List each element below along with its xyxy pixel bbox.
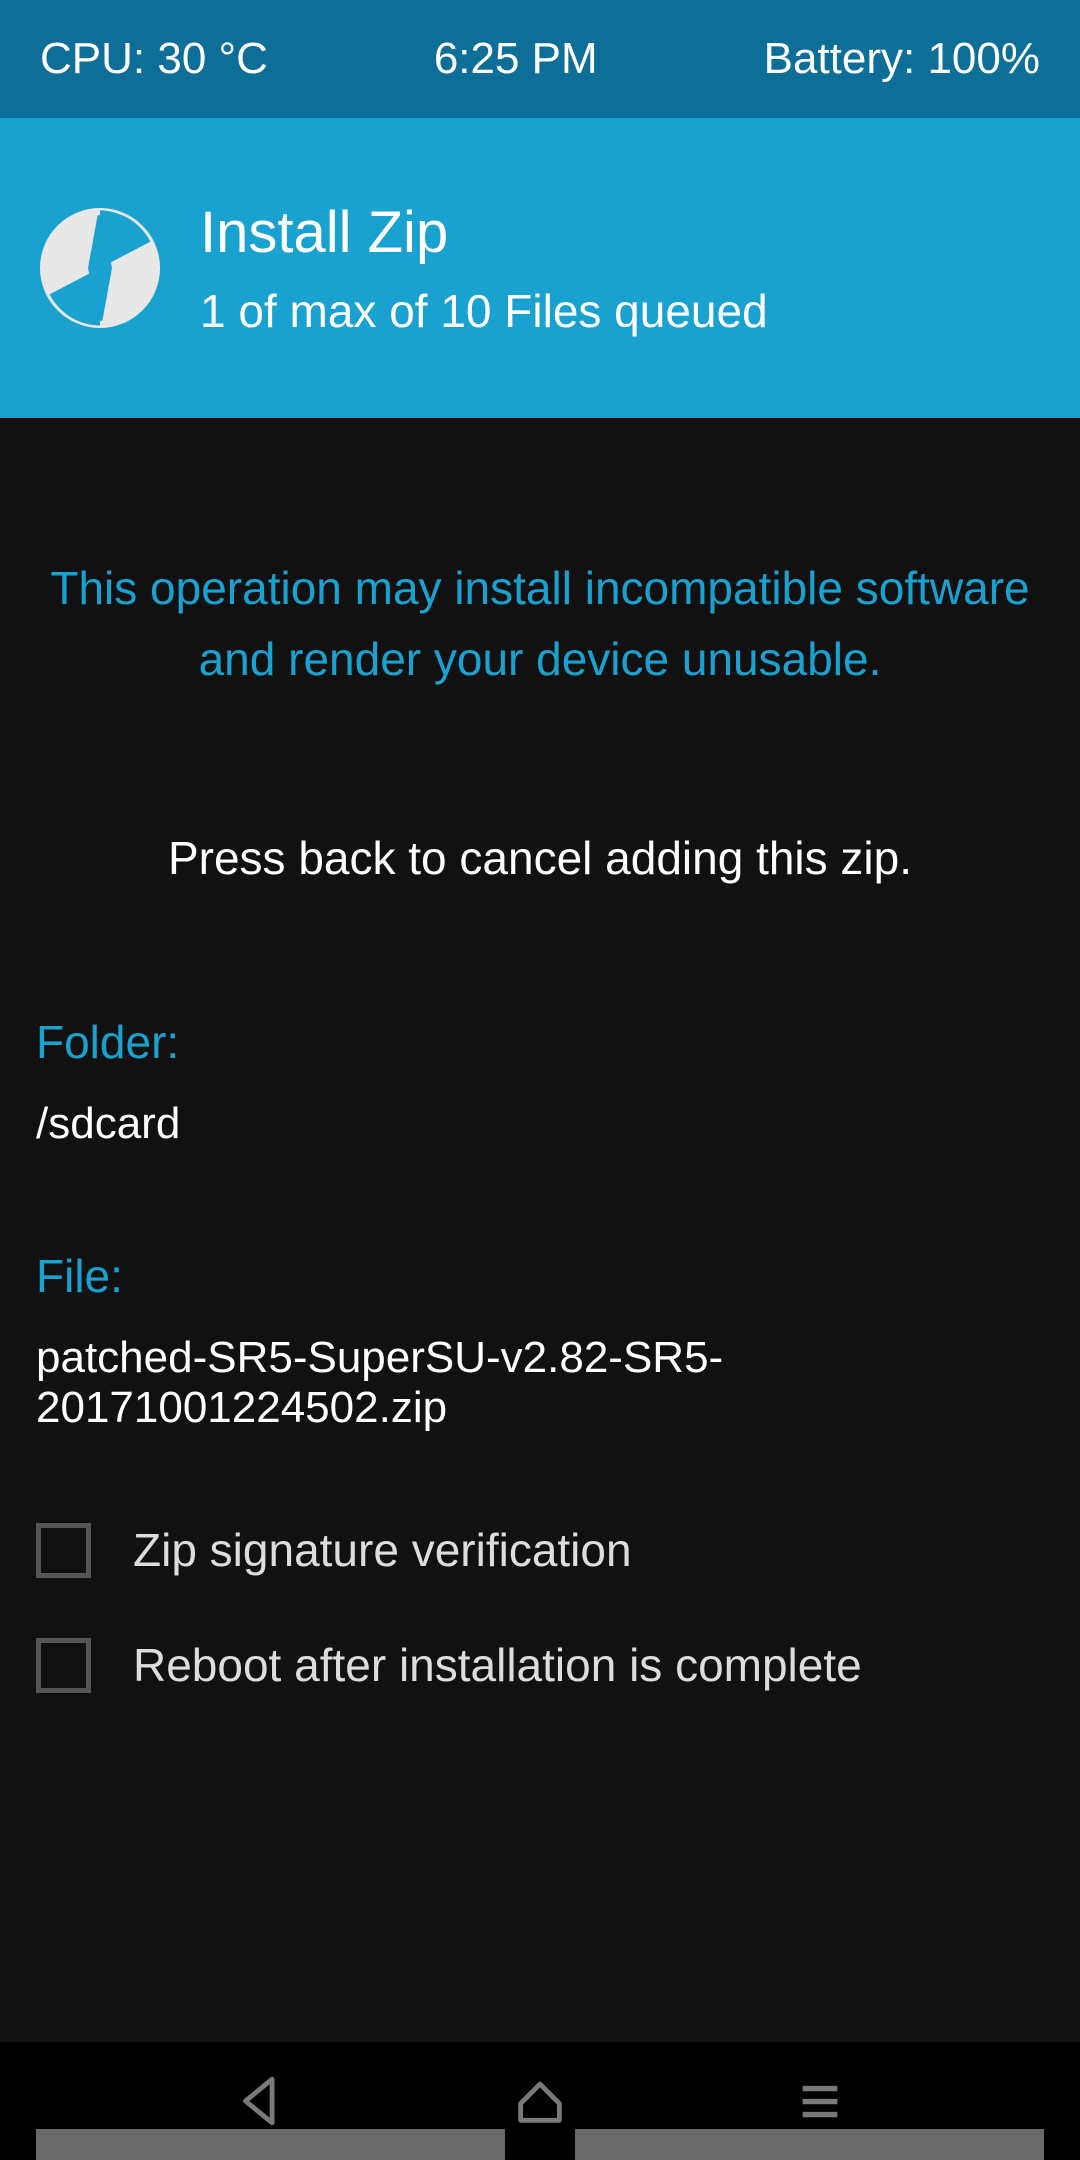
cpu-temp: CPU: 30 °C [40,34,268,84]
clear-zip-queue-button[interactable]: Clear Zip Queue [575,2129,1044,2160]
checkbox-label: Reboot after installation is complete [133,1638,862,1692]
add-more-zips-button[interactable]: Add more Zips [36,2129,505,2160]
queue-subtitle: 1 of max of 10 Files queued [200,284,768,338]
home-icon[interactable] [500,2061,580,2141]
folder-label: Folder: [36,1015,1044,1069]
folder-path: /sdcard [36,1099,1044,1149]
checkbox-icon [36,1638,91,1693]
status-time: 6:25 PM [434,34,598,84]
main-content: This operation may install incompatible … [0,418,1080,2042]
warning-text: This operation may install incompatible … [36,418,1044,831]
twrp-logo-icon [40,208,160,328]
checkbox-signature-verification[interactable]: Zip signature verification [36,1523,1044,1578]
page-title: Install Zip [200,199,768,266]
checkbox-reboot-after[interactable]: Reboot after installation is complete [36,1638,1044,1693]
battery-level: Battery: 100% [764,34,1040,84]
checkbox-icon [36,1523,91,1578]
status-bar: CPU: 30 °C 6:25 PM Battery: 100% [0,0,1080,118]
instruction-text: Press back to cancel adding this zip. [36,831,1044,1015]
file-label: File: [36,1249,1044,1303]
checkbox-label: Zip signature verification [133,1523,632,1577]
file-name: patched-SR5-SuperSU-v2.82-SR5-2017100122… [36,1333,1044,1433]
title-bar: Install Zip 1 of max of 10 Files queued [0,118,1080,418]
